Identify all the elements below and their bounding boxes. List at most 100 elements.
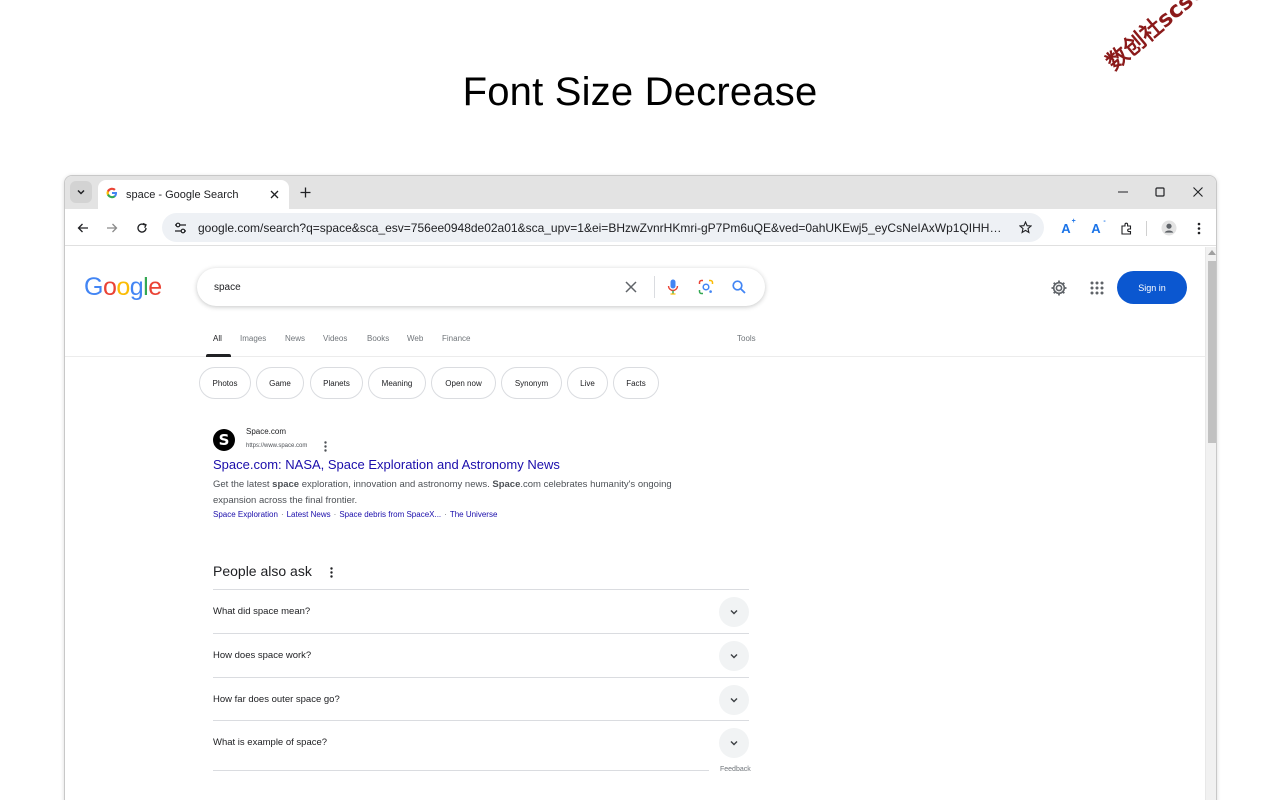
kebab-menu-icon bbox=[329, 566, 333, 578]
result-site-name[interactable]: Space.com bbox=[246, 427, 286, 436]
microphone-icon bbox=[667, 279, 679, 295]
maximize-button[interactable] bbox=[1146, 182, 1174, 202]
google-apps-button[interactable] bbox=[1086, 277, 1108, 299]
chip-game[interactable]: Game bbox=[256, 367, 304, 399]
feedback-link[interactable]: Feedback bbox=[720, 766, 751, 773]
address-bar[interactable]: google.com/search?q=space&sca_esv=756ee0… bbox=[162, 213, 1044, 242]
result-sitelinks: Space Exploration · Latest News · Space debr… bbox=[213, 510, 497, 519]
result-site-url[interactable]: https://www.space.com bbox=[246, 443, 307, 449]
page-viewport: Google space Sign in All Images News Vid… bbox=[65, 247, 1205, 800]
settings-button[interactable] bbox=[1048, 277, 1070, 299]
tab-search-button[interactable] bbox=[70, 181, 92, 203]
grid-icon bbox=[1090, 281, 1104, 295]
extensions-button[interactable] bbox=[1115, 217, 1137, 239]
people-also-ask-heading: People also ask bbox=[213, 563, 312, 579]
paa-question-text: What is example of space? bbox=[213, 737, 328, 748]
sign-in-button[interactable]: Sign in bbox=[1117, 271, 1187, 304]
site-info-icon[interactable] bbox=[172, 220, 188, 236]
logo-letter: o bbox=[116, 273, 130, 301]
scrollbar-thumb[interactable] bbox=[1208, 261, 1216, 443]
url-text: google.com/search?q=space&sca_esv=756ee0… bbox=[198, 220, 1008, 235]
kebab-menu-icon bbox=[1197, 222, 1201, 234]
snippet-highlight: space bbox=[272, 479, 300, 490]
paa-question[interactable]: How far does outer space go? bbox=[213, 677, 749, 721]
tab-web[interactable]: Web bbox=[407, 334, 423, 343]
profile-button[interactable] bbox=[1158, 217, 1180, 239]
scroll-up-arrow-icon[interactable] bbox=[1208, 250, 1216, 255]
chevron-down-icon[interactable] bbox=[719, 728, 749, 758]
search-box[interactable]: space bbox=[197, 268, 765, 306]
chip-planets[interactable]: Planets bbox=[310, 367, 363, 399]
maximize-icon bbox=[1155, 187, 1165, 197]
voice-search-button[interactable] bbox=[659, 273, 687, 301]
tab-videos[interactable]: Videos bbox=[323, 334, 347, 343]
people-also-ask-options-button[interactable] bbox=[327, 565, 335, 579]
sitelink-separator: · bbox=[444, 510, 447, 519]
minimize-button[interactable] bbox=[1109, 182, 1137, 202]
close-icon bbox=[625, 281, 637, 293]
page-headline: Font Size Decrease bbox=[462, 70, 818, 114]
paa-question-text: How does space work? bbox=[213, 650, 312, 661]
toolbar-divider bbox=[1146, 221, 1147, 236]
sitelink[interactable]: Latest News bbox=[287, 510, 331, 519]
tab-finance[interactable]: Finance bbox=[442, 334, 470, 343]
paa-question[interactable]: What is example of space? bbox=[213, 720, 749, 764]
snippet-text: exploration, innovation and astronomy ne… bbox=[299, 479, 493, 490]
tab-books[interactable]: Books bbox=[367, 334, 389, 343]
arrow-left-icon bbox=[77, 223, 88, 233]
search-submit-button[interactable] bbox=[725, 273, 753, 301]
tab-close-button[interactable] bbox=[265, 186, 283, 204]
font-decrease-button[interactable]: A- bbox=[1085, 217, 1107, 239]
arrow-right-icon bbox=[107, 223, 118, 233]
star-icon bbox=[1018, 221, 1032, 234]
sitelink[interactable]: The Universe bbox=[450, 510, 498, 519]
new-tab-button[interactable] bbox=[295, 182, 315, 202]
chip-synonym[interactable]: Synonym bbox=[501, 367, 562, 399]
logo-letter: g bbox=[129, 273, 144, 301]
camera-lens-icon bbox=[698, 279, 714, 295]
search-input[interactable]: space bbox=[214, 282, 617, 293]
avatar-icon bbox=[1161, 220, 1177, 236]
tab-images[interactable]: Images bbox=[240, 334, 266, 343]
page-scrollbar[interactable] bbox=[1205, 247, 1216, 800]
forward-button[interactable] bbox=[101, 217, 123, 239]
chip-open-now[interactable]: Open now bbox=[431, 367, 496, 399]
lens-search-button[interactable] bbox=[692, 273, 720, 301]
site-favicon[interactable]: S bbox=[213, 429, 235, 451]
chevron-down-icon[interactable] bbox=[719, 641, 749, 671]
chip-photos[interactable]: Photos bbox=[199, 367, 251, 399]
logo-letter: e bbox=[148, 273, 162, 301]
tab-all[interactable]: All bbox=[213, 334, 222, 343]
snippet-highlight: Space bbox=[492, 479, 521, 490]
plus-icon bbox=[300, 187, 310, 197]
bookmark-star-button[interactable] bbox=[1016, 219, 1034, 237]
sitelink[interactable]: Space debris from SpaceX... bbox=[339, 510, 441, 519]
browser-window: space - Google Search google.com/search?… bbox=[64, 175, 1217, 800]
logo-letter: o bbox=[102, 273, 117, 301]
tools-button[interactable]: Tools bbox=[737, 334, 756, 343]
sitelink-separator: · bbox=[333, 510, 337, 519]
google-logo[interactable]: Google bbox=[84, 273, 162, 302]
gear-icon bbox=[1051, 280, 1067, 296]
reload-button[interactable] bbox=[131, 217, 153, 239]
font-increase-button[interactable]: A + bbox=[1055, 217, 1077, 239]
snippet-text: Get the latest bbox=[213, 479, 273, 490]
result-title-link[interactable]: Space.com: NASA, Space Exploration and A… bbox=[213, 457, 560, 472]
paa-question[interactable]: How does space work? bbox=[213, 633, 749, 677]
reload-icon bbox=[137, 222, 147, 233]
browser-tab[interactable]: space - Google Search bbox=[98, 180, 289, 209]
tab-news[interactable]: News bbox=[285, 334, 305, 343]
chevron-down-icon[interactable] bbox=[719, 685, 749, 715]
back-button[interactable] bbox=[72, 217, 94, 239]
chip-live[interactable]: Live bbox=[567, 367, 608, 399]
browser-menu-button[interactable] bbox=[1188, 217, 1210, 239]
clear-search-button[interactable] bbox=[617, 273, 645, 301]
sitelink[interactable]: Space Exploration bbox=[213, 510, 278, 519]
chip-meaning[interactable]: Meaning bbox=[368, 367, 426, 399]
paa-question[interactable]: What did space mean? bbox=[213, 589, 749, 633]
chip-facts[interactable]: Facts bbox=[613, 367, 659, 399]
result-options-button[interactable] bbox=[321, 440, 329, 452]
chevron-down-icon[interactable] bbox=[719, 597, 749, 627]
watermark: 数创社scs66 bbox=[1101, 0, 1223, 76]
close-window-button[interactable] bbox=[1184, 182, 1212, 202]
